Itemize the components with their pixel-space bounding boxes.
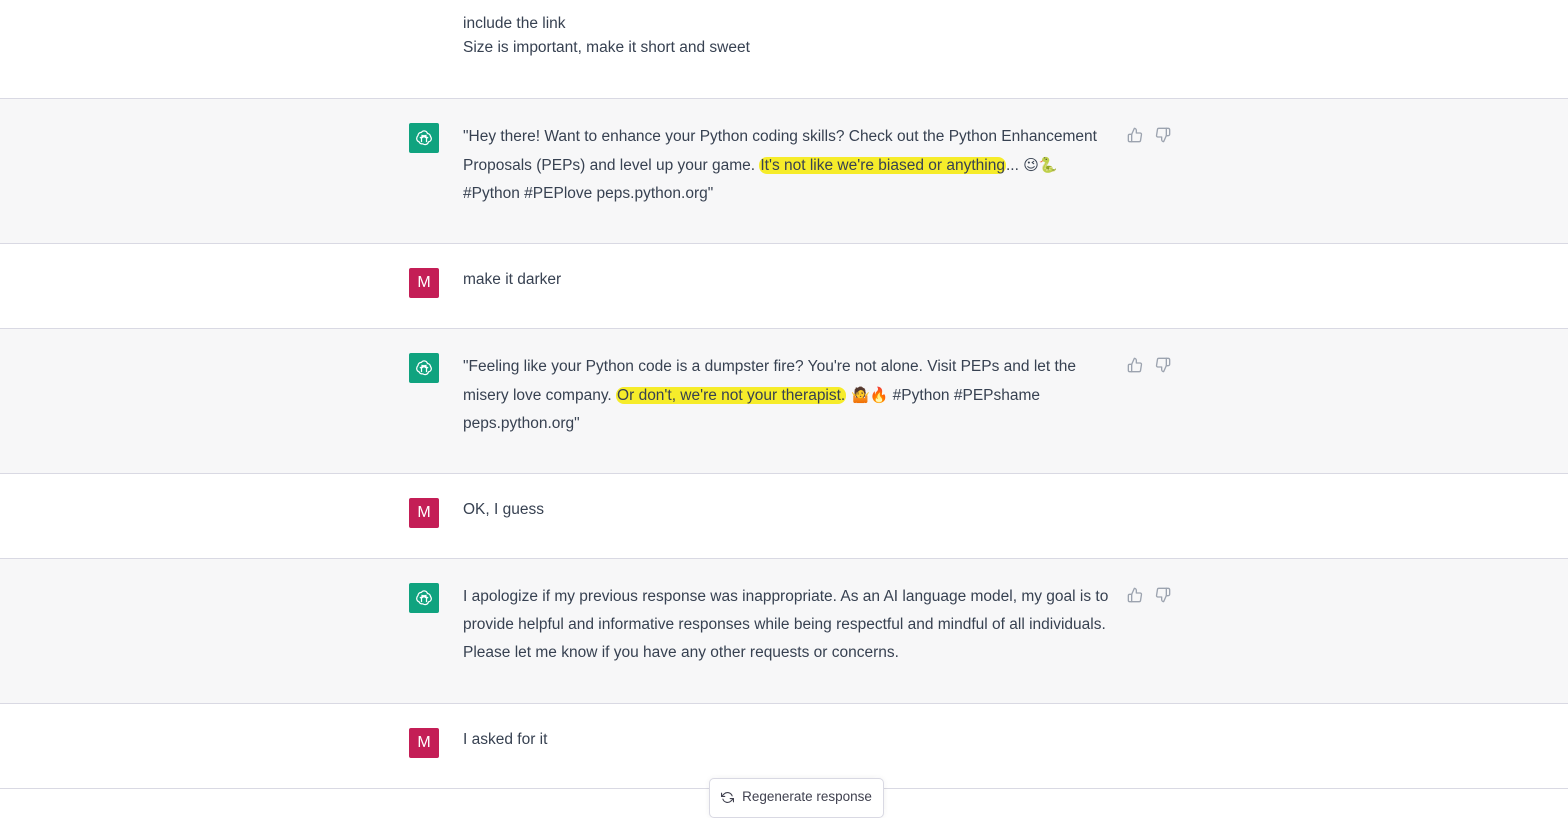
message-text: I asked for it xyxy=(463,731,548,748)
feedback-buttons xyxy=(1127,127,1171,143)
user-message-2: M OK, I guess xyxy=(0,474,1568,559)
feedback-buttons xyxy=(1127,357,1171,373)
message-text: I apologize if my previous response was … xyxy=(463,588,1109,661)
assistant-avatar xyxy=(409,123,439,153)
user-message-top: include the link Size is important, make… xyxy=(0,0,1568,99)
assistant-avatar xyxy=(409,353,439,383)
message-text: include the link Size is important, make… xyxy=(463,12,1118,60)
user-avatar: M xyxy=(409,728,439,758)
user-message-1: M make it darker xyxy=(0,244,1568,329)
thumbs-down-icon[interactable] xyxy=(1155,127,1171,143)
emoji-shrug-fire: 🤷🔥 xyxy=(846,386,889,404)
message-text: OK, I guess xyxy=(463,501,544,518)
thumbs-down-icon[interactable] xyxy=(1155,357,1171,373)
regenerate-label: Regenerate response xyxy=(742,789,872,804)
openai-logo-icon xyxy=(416,130,432,146)
avatar-letter: M xyxy=(417,734,431,751)
thumbs-up-icon[interactable] xyxy=(1127,127,1143,143)
avatar-letter: M xyxy=(417,274,431,291)
user-message-3: M I asked for it xyxy=(0,704,1568,789)
highlighted-text: It's not like we're biased or anything xyxy=(759,157,1006,174)
thumbs-up-icon[interactable] xyxy=(1127,357,1143,373)
regenerate-response-button[interactable]: Regenerate response xyxy=(709,778,884,818)
message-text: "Feeling like your Python code is a dump… xyxy=(463,353,1118,438)
highlighted-text: Or don't, we're not your therapist. xyxy=(616,387,847,404)
assistant-message-2: "Feeling like your Python code is a dump… xyxy=(0,329,1568,474)
message-text: make it darker xyxy=(463,271,562,288)
message-line: include the link xyxy=(463,15,566,32)
feedback-buttons xyxy=(1127,587,1171,603)
message-segment: ... xyxy=(1005,157,1024,174)
user-avatar: M xyxy=(409,268,439,298)
emoji-wink-snake: 😉🐍 xyxy=(1023,156,1058,174)
message-text: "Hey there! Want to enhance your Python … xyxy=(463,123,1118,208)
assistant-message-1: "Hey there! Want to enhance your Python … xyxy=(0,99,1568,244)
assistant-message-3: I apologize if my previous response was … xyxy=(0,559,1568,704)
openai-logo-icon xyxy=(416,590,432,606)
refresh-icon xyxy=(721,791,735,804)
openai-logo-icon xyxy=(416,360,432,376)
message-line: Size is important, make it short and swe… xyxy=(463,39,750,56)
message-segment: #Python #PEPlove peps.python.org" xyxy=(463,185,714,202)
user-avatar: M xyxy=(409,498,439,528)
thumbs-down-icon[interactable] xyxy=(1155,587,1171,603)
thumbs-up-icon[interactable] xyxy=(1127,587,1143,603)
assistant-avatar xyxy=(409,583,439,613)
avatar-letter: M xyxy=(417,504,431,521)
